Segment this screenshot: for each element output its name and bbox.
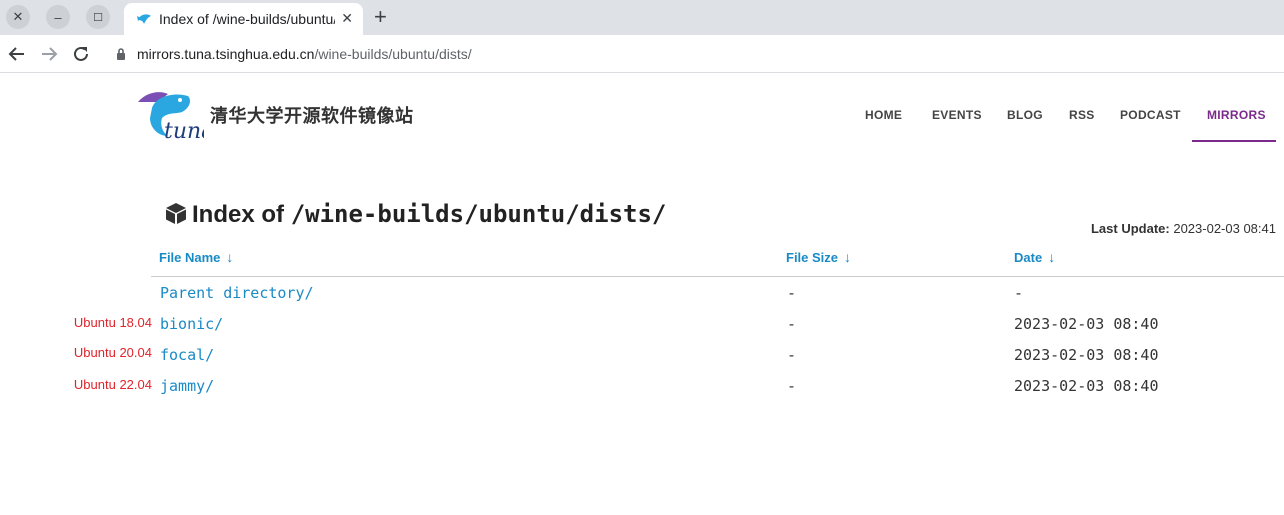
nav-podcast[interactable]: PODCAST — [1120, 108, 1181, 122]
maximize-icon: ☐ — [93, 11, 103, 24]
row-size: - — [787, 315, 797, 333]
nav-blog[interactable]: BLOG — [1007, 108, 1043, 122]
row-date: 2023-02-03 08:40 — [1014, 346, 1159, 364]
tab-close-icon[interactable]: ✕ — [341, 10, 353, 27]
link-bionic[interactable]: bionic/ — [160, 315, 223, 333]
row-size: - — [787, 284, 797, 302]
nav-mirrors[interactable]: MIRRORS — [1207, 108, 1266, 122]
reload-icon — [74, 46, 88, 61]
row-date: 2023-02-03 08:40 — [1014, 315, 1159, 333]
sort-arrow-icon: ↓ — [226, 249, 234, 265]
sort-arrow-icon: ↓ — [844, 249, 852, 265]
minimize-icon: – — [54, 9, 62, 25]
minimize-window-button[interactable]: – — [46, 5, 70, 29]
back-button[interactable] — [6, 43, 28, 65]
url-text: mirrors.tuna.tsinghua.edu.cn/wine-builds… — [137, 46, 472, 62]
close-window-button[interactable]: ✕ — [6, 5, 30, 29]
browser-toolbar: mirrors.tuna.tsinghua.edu.cn/wine-builds… — [0, 35, 1284, 73]
annotation-ubuntu-18-04: Ubuntu 18.04 — [73, 315, 152, 330]
tab-strip: ✕ – ☐ Index of /wine-builds/ubuntu/dists… — [0, 0, 1284, 35]
annotation-ubuntu-20-04: Ubuntu 20.04 — [73, 345, 152, 360]
forward-button[interactable] — [38, 43, 60, 65]
browser-tab[interactable]: Index of /wine-builds/ubuntu/dists/ ✕ — [124, 3, 363, 35]
column-label: File Size — [786, 250, 839, 265]
close-icon: ✕ — [12, 9, 24, 24]
url-host: mirrors.tuna.tsinghua.edu.cn — [137, 46, 315, 62]
table-divider — [151, 276, 1284, 277]
forward-arrow-icon — [42, 47, 58, 61]
column-label: File Name — [159, 250, 221, 265]
reload-button[interactable] — [70, 43, 92, 65]
row-date: 2023-02-03 08:40 — [1014, 377, 1159, 395]
tuna-logo-icon: tuna — [138, 92, 204, 144]
nav-rss[interactable]: RSS — [1069, 108, 1095, 122]
annotation-ubuntu-22-04: Ubuntu 22.04 — [73, 377, 152, 392]
address-bar[interactable]: mirrors.tuna.tsinghua.edu.cn/wine-builds… — [104, 38, 1284, 70]
sort-arrow-icon: ↓ — [1048, 249, 1056, 265]
column-header-date[interactable]: Date ↓ — [1014, 249, 1055, 265]
last-update-label: Last Update: — [1090, 221, 1170, 236]
link-jammy[interactable]: jammy/ — [160, 377, 214, 395]
last-update-value: 2023-02-03 08:41 — [1173, 221, 1276, 236]
site-title: 清华大学开源软件镜像站 — [210, 106, 414, 127]
page-title: Index of /wine-builds/ubuntu/dists/ — [164, 200, 666, 229]
column-header-file-size[interactable]: File Size ↓ — [786, 249, 851, 265]
nav-events[interactable]: EVENTS — [932, 108, 982, 122]
heading-prefix: Index of — [192, 201, 285, 228]
column-header-file-name[interactable]: File Name ↓ — [159, 249, 233, 265]
maximize-window-button[interactable]: ☐ — [86, 5, 110, 29]
row-size: - — [787, 346, 797, 364]
package-icon — [166, 203, 186, 224]
heading-path: /wine-builds/ubuntu/dists/ — [290, 200, 667, 228]
back-arrow-icon — [8, 47, 24, 61]
nav-home[interactable]: HOME — [865, 108, 902, 122]
url-path: /wine-builds/ubuntu/dists/ — [314, 46, 472, 62]
logo-text: tuna — [164, 119, 204, 144]
tuna-favicon-icon — [137, 14, 151, 24]
last-update: Last Update: 2023-02-03 08:41 — [1091, 221, 1276, 236]
row-date: - — [1014, 284, 1024, 302]
lock-icon — [117, 48, 125, 60]
column-label: Date — [1014, 250, 1043, 265]
link-parent-directory[interactable]: Parent directory/ — [160, 284, 314, 302]
link-focal[interactable]: focal/ — [160, 346, 214, 364]
row-size: - — [787, 377, 797, 395]
tab-title: Index of /wine-builds/ubuntu/dists/ — [159, 11, 335, 27]
active-nav-indicator — [1192, 140, 1276, 142]
new-tab-button[interactable]: + — [374, 4, 387, 30]
